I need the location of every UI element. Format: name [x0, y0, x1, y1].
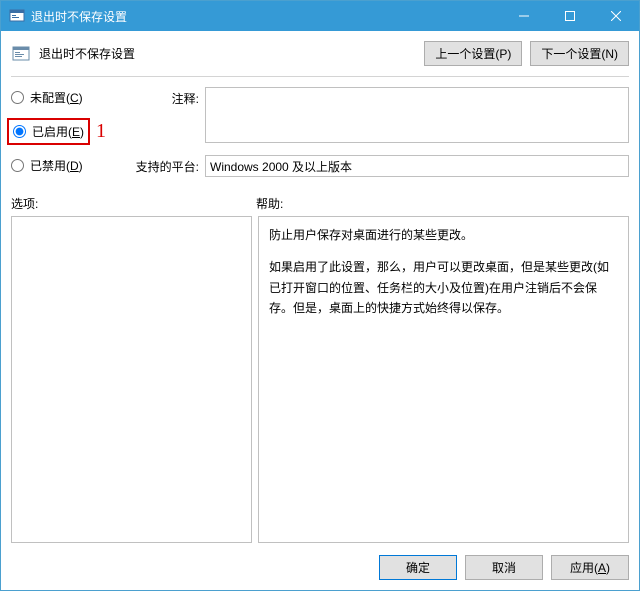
window-controls	[501, 1, 639, 31]
nav-buttons: 上一个设置(P) 下一个设置(N)	[424, 41, 629, 66]
panels-row: 防止用户保存对桌面进行的某些更改。 如果启用了此设置，那么，用户可以更改桌面，但…	[11, 216, 629, 543]
platform-label: 支持的平台:	[131, 155, 199, 175]
close-button[interactable]	[593, 1, 639, 31]
header-row: 退出时不保存设置 上一个设置(P) 下一个设置(N)	[11, 41, 629, 66]
client-area: 退出时不保存设置 上一个设置(P) 下一个设置(N) 未配置(C) 已启用(E)	[1, 31, 639, 590]
app-icon	[9, 8, 25, 24]
comment-label: 注释:	[131, 87, 199, 107]
platform-row: 支持的平台:	[131, 155, 629, 177]
minimize-button[interactable]	[501, 1, 547, 31]
radio-not-configured-label: 未配置(C)	[30, 89, 83, 106]
config-area: 未配置(C) 已启用(E) 1 已禁用(D) 注释:	[11, 87, 629, 177]
mid-labels: 选项: 帮助:	[11, 195, 629, 212]
radio-disabled-input[interactable]	[11, 159, 24, 172]
titlebar[interactable]: 退出时不保存设置	[1, 1, 639, 31]
annotation-number: 1	[96, 120, 106, 143]
options-label: 选项:	[11, 195, 256, 212]
comment-textarea[interactable]	[205, 87, 629, 143]
radio-enabled-input[interactable]	[13, 125, 26, 138]
radio-disabled-label: 已禁用(D)	[30, 157, 83, 174]
ok-button[interactable]: 确定	[379, 555, 457, 580]
help-paragraph: 如果启用了此设置，那么，用户可以更改桌面，但是某些更改(如已打开窗口的位置、任务…	[269, 257, 618, 318]
radio-not-configured-input[interactable]	[11, 91, 24, 104]
radio-not-configured[interactable]: 未配置(C)	[11, 89, 121, 106]
apply-button[interactable]: 应用(A)	[551, 555, 629, 580]
divider	[11, 76, 629, 77]
radio-enabled[interactable]: 已启用(E)	[11, 122, 86, 141]
next-setting-button[interactable]: 下一个设置(N)	[530, 41, 629, 66]
page-title: 退出时不保存设置	[39, 45, 135, 62]
radio-enabled-label: 已启用(E)	[32, 123, 84, 140]
help-paragraph: 防止用户保存对桌面进行的某些更改。	[269, 225, 618, 245]
cancel-button[interactable]: 取消	[465, 555, 543, 580]
window-title: 退出时不保存设置	[31, 8, 501, 25]
dialog-window: 退出时不保存设置 退出时不保存设置 上一个设置(P) 下一个设置(N)	[0, 0, 640, 591]
previous-setting-button[interactable]: 上一个设置(P)	[424, 41, 522, 66]
policy-icon	[11, 44, 31, 64]
comment-row: 注释:	[131, 87, 629, 143]
supported-platform-field	[205, 155, 629, 177]
radio-disabled[interactable]: 已禁用(D)	[11, 157, 121, 174]
fields-column: 注释: 支持的平台:	[131, 87, 629, 177]
state-radio-group: 未配置(C) 已启用(E) 1 已禁用(D)	[11, 87, 121, 177]
dialog-footer: 确定 取消 应用(A)	[11, 555, 629, 580]
help-label: 帮助:	[256, 195, 283, 212]
options-panel[interactable]	[11, 216, 252, 543]
help-panel[interactable]: 防止用户保存对桌面进行的某些更改。 如果启用了此设置，那么，用户可以更改桌面，但…	[258, 216, 629, 543]
maximize-button[interactable]	[547, 1, 593, 31]
